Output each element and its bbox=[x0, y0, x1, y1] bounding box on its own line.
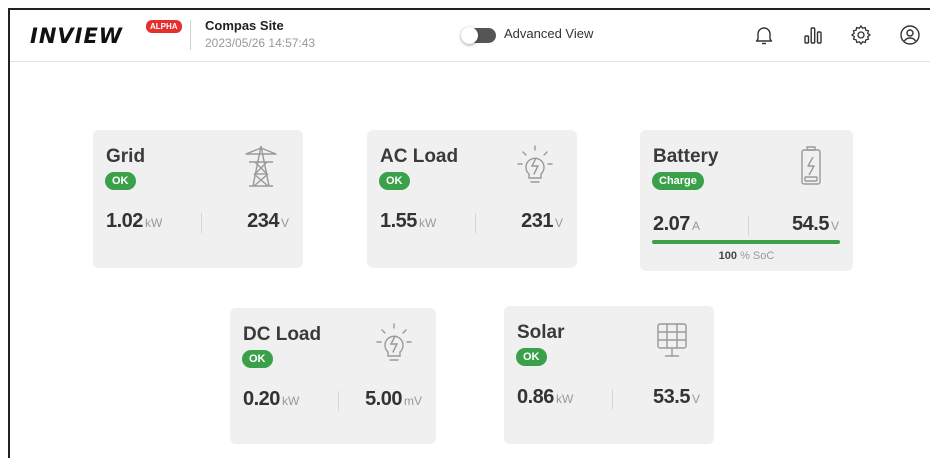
ac-load-card[interactable]: AC Load OK 1.55 kW 231 V bbox=[367, 130, 577, 268]
bell-icon[interactable] bbox=[752, 23, 776, 47]
app-logo: INVIEW bbox=[30, 24, 123, 48]
voltage-value: 53.5 V bbox=[653, 386, 700, 408]
soc-progress-bar bbox=[652, 240, 840, 244]
site-name: Compas Site bbox=[205, 18, 284, 33]
alpha-badge: ALPHA bbox=[146, 20, 182, 33]
advanced-view-label: Advanced View bbox=[504, 26, 594, 41]
power-value: 0.20 kW bbox=[243, 388, 300, 410]
value-divider bbox=[748, 216, 749, 236]
value-divider bbox=[475, 213, 476, 233]
header-divider bbox=[190, 20, 191, 50]
toggle-knob bbox=[461, 27, 478, 44]
status-badge: OK bbox=[105, 172, 136, 190]
card-title: Grid bbox=[106, 146, 146, 167]
transmission-tower-icon bbox=[241, 144, 281, 188]
user-icon[interactable] bbox=[898, 23, 922, 47]
card-title: Solar bbox=[517, 322, 565, 343]
app-frame: INVIEW ALPHA Compas Site 2023/05/26 14:5… bbox=[8, 8, 930, 458]
battery-card[interactable]: Battery Charge 2.07 A 54.5 V 100 % SoC bbox=[640, 130, 853, 271]
power-value: 1.02 kW bbox=[106, 210, 163, 232]
card-title: Battery bbox=[653, 146, 719, 167]
lightbulb-icon bbox=[515, 144, 555, 188]
site-timestamp: 2023/05/26 14:57:43 bbox=[205, 36, 316, 50]
status-badge: OK bbox=[516, 348, 547, 366]
card-title: DC Load bbox=[243, 324, 322, 345]
status-badge: OK bbox=[242, 350, 273, 368]
voltage-value: 231 V bbox=[521, 210, 563, 232]
lightbulb-icon bbox=[374, 322, 414, 366]
grid-card[interactable]: Grid OK 1.02 kW 234 V bbox=[93, 130, 303, 268]
voltage-value: 5.00 mV bbox=[365, 388, 422, 410]
dc-load-card[interactable]: DC Load OK 0.20 kW 5.00 mV bbox=[230, 308, 436, 444]
solar-card[interactable]: Solar OK 0.86 kW 53.5 V bbox=[504, 306, 714, 444]
advanced-view-toggle[interactable] bbox=[461, 27, 496, 44]
status-badge: Charge bbox=[652, 172, 704, 190]
voltage-value: 234 V bbox=[247, 210, 289, 232]
voltage-value: 54.5 V bbox=[792, 213, 839, 235]
gear-icon[interactable] bbox=[849, 23, 873, 47]
power-value: 1.55 kW bbox=[380, 210, 437, 232]
power-value: 0.86 kW bbox=[517, 386, 574, 408]
card-title: AC Load bbox=[380, 146, 459, 167]
value-divider bbox=[201, 213, 202, 233]
value-divider bbox=[612, 389, 613, 409]
bar-chart-icon[interactable] bbox=[801, 23, 825, 47]
top-header: INVIEW ALPHA Compas Site 2023/05/26 14:5… bbox=[10, 10, 930, 62]
value-divider bbox=[338, 391, 339, 411]
status-badge: OK bbox=[379, 172, 410, 190]
battery-charging-icon bbox=[791, 144, 831, 188]
soc-progress-fill bbox=[652, 240, 840, 244]
current-value: 2.07 A bbox=[653, 213, 700, 235]
soc-label: 100 % SoC bbox=[718, 250, 775, 262]
solar-panel-icon bbox=[652, 320, 692, 364]
